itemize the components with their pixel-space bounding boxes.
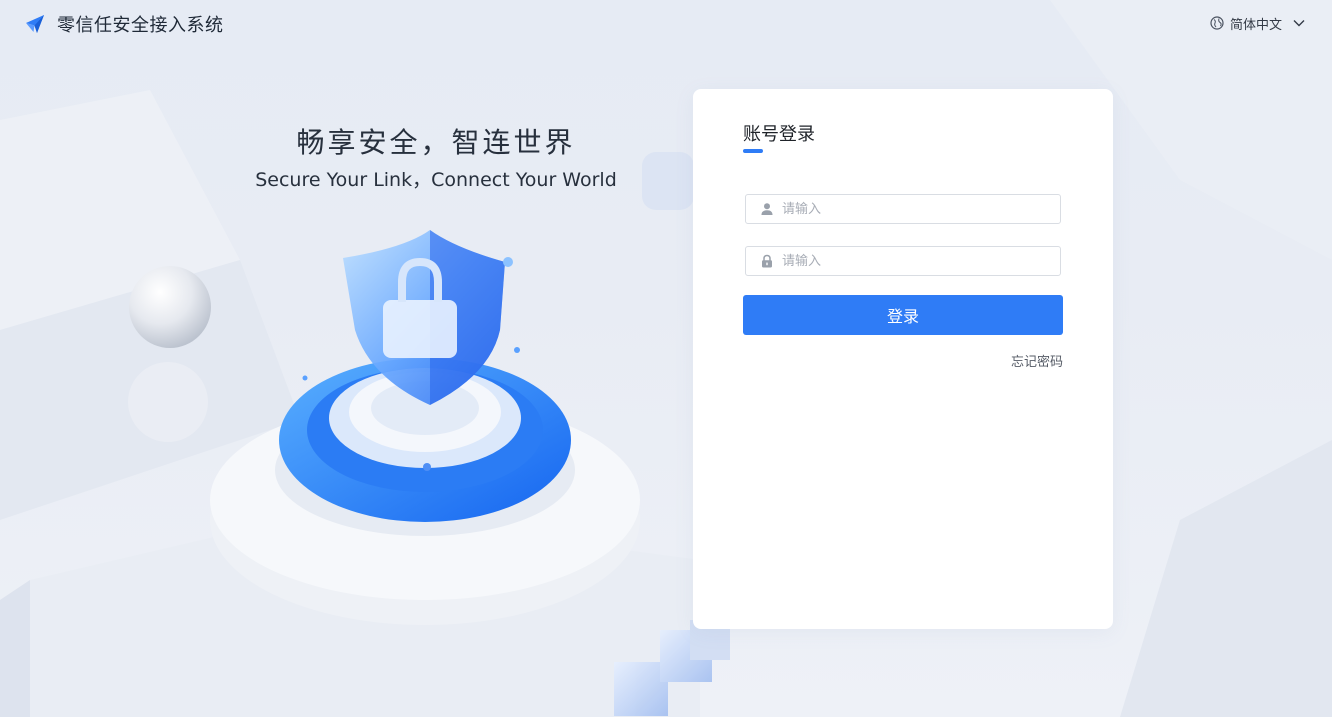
app-brand: 零信任安全接入系统 <box>25 12 224 36</box>
password-input[interactable] <box>782 248 1060 274</box>
login-button[interactable]: 登录 <box>743 295 1063 335</box>
background-illustration <box>0 0 1332 717</box>
paper-plane-icon <box>26 15 44 33</box>
user-icon <box>761 203 773 215</box>
lock-icon <box>762 254 772 268</box>
language-label: 简体中文 <box>1229 17 1282 33</box>
hero-subtitle: Secure Your Link，Connect Your World <box>255 169 617 191</box>
password-field[interactable] <box>745 246 1061 276</box>
tab-active-indicator <box>743 149 763 153</box>
username-input[interactable] <box>782 196 1060 222</box>
hero-title: 畅享安全，智连世界 <box>296 126 576 159</box>
app-title: 零信任安全接入系统 <box>57 15 224 36</box>
tab-account-login[interactable]: 账号登录 <box>743 123 815 153</box>
username-field[interactable] <box>745 194 1061 224</box>
forgot-password-link[interactable]: 忘记密码 <box>1011 351 1063 370</box>
login-card: 账号登录 登录 忘记密码 <box>693 89 1113 629</box>
language-selector[interactable]: 简体中文 <box>1210 13 1306 33</box>
chevron-down-icon <box>1293 20 1305 27</box>
globe-icon <box>1210 16 1224 30</box>
login-page: 零信任安全接入系统 简体中文 畅享安全，智连世界 Secure Your Lin… <box>0 0 1332 717</box>
tab-label: 账号登录 <box>743 124 815 145</box>
